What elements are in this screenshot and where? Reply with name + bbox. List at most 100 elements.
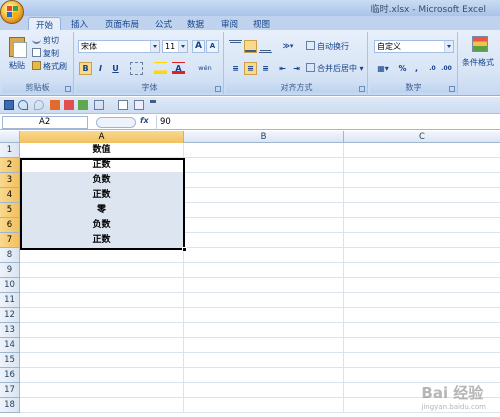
bold-button[interactable]: B <box>79 62 92 75</box>
tab-insert[interactable]: 插入 <box>64 17 95 30</box>
cell-a[interactable] <box>20 248 184 263</box>
redo-icon[interactable] <box>34 100 44 110</box>
underline-button[interactable]: U <box>109 62 122 75</box>
cell-a[interactable] <box>20 293 184 308</box>
insert-function-icon[interactable]: fx <box>140 116 149 125</box>
cell-a[interactable]: 负数 <box>20 173 184 188</box>
clipboard-launcher-icon[interactable] <box>65 86 71 92</box>
row-header[interactable]: 16 <box>0 368 20 383</box>
number-format-select[interactable]: 自定义 <box>374 40 454 53</box>
row-header[interactable]: 10 <box>0 278 20 293</box>
office-button[interactable] <box>0 0 24 24</box>
format-painter-button[interactable]: 格式刷 <box>32 61 67 73</box>
cell-b[interactable] <box>184 263 344 278</box>
font-size-select[interactable]: 11 <box>162 40 188 53</box>
select-all-button[interactable] <box>0 131 20 143</box>
column-header-c[interactable]: C <box>344 131 500 143</box>
row-header[interactable]: 12 <box>0 308 20 323</box>
grow-font-button[interactable]: A <box>192 40 205 53</box>
paste-button[interactable]: 粘贴 <box>6 35 28 77</box>
comma-button[interactable]: , <box>410 62 423 75</box>
row-header[interactable]: 1 <box>0 143 20 158</box>
row-header[interactable]: 14 <box>0 338 20 353</box>
cell-b[interactable] <box>184 368 344 383</box>
cell-a[interactable]: 正数 <box>20 158 184 173</box>
cell-a[interactable] <box>20 308 184 323</box>
align-center-icon[interactable]: ≡ <box>244 62 257 75</box>
tab-review[interactable]: 审阅 <box>214 17 245 30</box>
row-header[interactable]: 11 <box>0 293 20 308</box>
percent-button[interactable]: % <box>396 62 409 75</box>
font-launcher-icon[interactable] <box>215 86 221 92</box>
cell-b[interactable] <box>184 233 344 248</box>
name-box-dropdown-icon[interactable] <box>96 117 136 128</box>
row-header[interactable]: 9 <box>0 263 20 278</box>
cell-a[interactable] <box>20 263 184 278</box>
mail-icon[interactable] <box>118 100 128 110</box>
cell-b[interactable] <box>184 383 344 398</box>
increase-decimal-icon[interactable]: .0 <box>426 62 439 75</box>
cell-a[interactable]: 正数 <box>20 188 184 203</box>
cell-b[interactable] <box>184 203 344 218</box>
fill-color-icon[interactable] <box>154 62 167 75</box>
cell-b[interactable] <box>184 218 344 233</box>
cell-b[interactable] <box>184 323 344 338</box>
column-header-a[interactable]: A <box>20 131 184 143</box>
font-name-select[interactable]: 宋体 <box>78 40 160 53</box>
cell-b[interactable] <box>184 308 344 323</box>
cell-a[interactable]: 零 <box>20 203 184 218</box>
tab-data[interactable]: 数据 <box>180 17 211 30</box>
row-header[interactable]: 8 <box>0 248 20 263</box>
cell-b[interactable] <box>184 293 344 308</box>
row-header[interactable]: 5 <box>0 203 20 218</box>
align-left-icon[interactable]: ≡ <box>229 62 242 75</box>
cell-b[interactable] <box>184 248 344 263</box>
cell-a[interactable]: 正数 <box>20 233 184 248</box>
cell-b[interactable] <box>184 143 344 158</box>
cell-b[interactable] <box>184 338 344 353</box>
row-header[interactable]: 4 <box>0 188 20 203</box>
cell-a[interactable] <box>20 398 184 413</box>
row-header[interactable]: 18 <box>0 398 20 413</box>
decrease-decimal-icon[interactable]: .00 <box>440 62 453 75</box>
borders-icon[interactable] <box>130 62 143 75</box>
align-right-icon[interactable]: ≡ <box>259 62 272 75</box>
row-header[interactable]: 7 <box>0 233 20 248</box>
alignment-launcher-icon[interactable] <box>359 86 365 92</box>
cell-a[interactable] <box>20 383 184 398</box>
cell-a[interactable]: 数值 <box>20 143 184 158</box>
cell-a[interactable]: 负数 <box>20 218 184 233</box>
print-icon[interactable] <box>50 100 60 110</box>
phonetic-button[interactable]: wén <box>194 62 216 75</box>
increase-indent-icon[interactable]: ⇥ <box>290 62 303 75</box>
column-header-b[interactable]: B <box>184 131 344 143</box>
chart-icon[interactable] <box>64 100 74 110</box>
cell-a[interactable] <box>20 353 184 368</box>
cell-a[interactable] <box>20 368 184 383</box>
currency-icon[interactable]: ▦▾ <box>374 62 392 75</box>
italic-button[interactable]: I <box>94 62 107 75</box>
conditional-format-button[interactable]: 条件格式 <box>462 57 494 69</box>
save-icon[interactable] <box>4 100 14 110</box>
tab-formulas[interactable]: 公式 <box>148 17 179 30</box>
align-bottom-icon[interactable] <box>259 40 272 53</box>
copy-button[interactable]: 复制 <box>32 48 59 60</box>
row-header[interactable]: 2 <box>0 158 20 173</box>
orientation-icon[interactable]: ≫▾ <box>278 40 298 53</box>
font-color-button[interactable]: A <box>172 62 185 75</box>
row-header[interactable]: 3 <box>0 173 20 188</box>
cell-b[interactable] <box>184 353 344 368</box>
shrink-font-button[interactable]: A <box>206 40 219 53</box>
cell-b[interactable] <box>184 398 344 413</box>
number-launcher-icon[interactable] <box>449 86 455 92</box>
cell-a[interactable] <box>20 278 184 293</box>
row-header[interactable]: 17 <box>0 383 20 398</box>
cell-b[interactable] <box>184 173 344 188</box>
customize-qat-icon[interactable] <box>150 100 156 110</box>
row-header[interactable]: 13 <box>0 323 20 338</box>
line-icon[interactable] <box>94 100 104 110</box>
wrap-text-button[interactable]: 自动换行 <box>306 41 349 53</box>
row-header[interactable]: 15 <box>0 353 20 368</box>
tab-page-layout[interactable]: 页面布局 <box>98 17 146 30</box>
align-top-icon[interactable] <box>229 40 242 53</box>
